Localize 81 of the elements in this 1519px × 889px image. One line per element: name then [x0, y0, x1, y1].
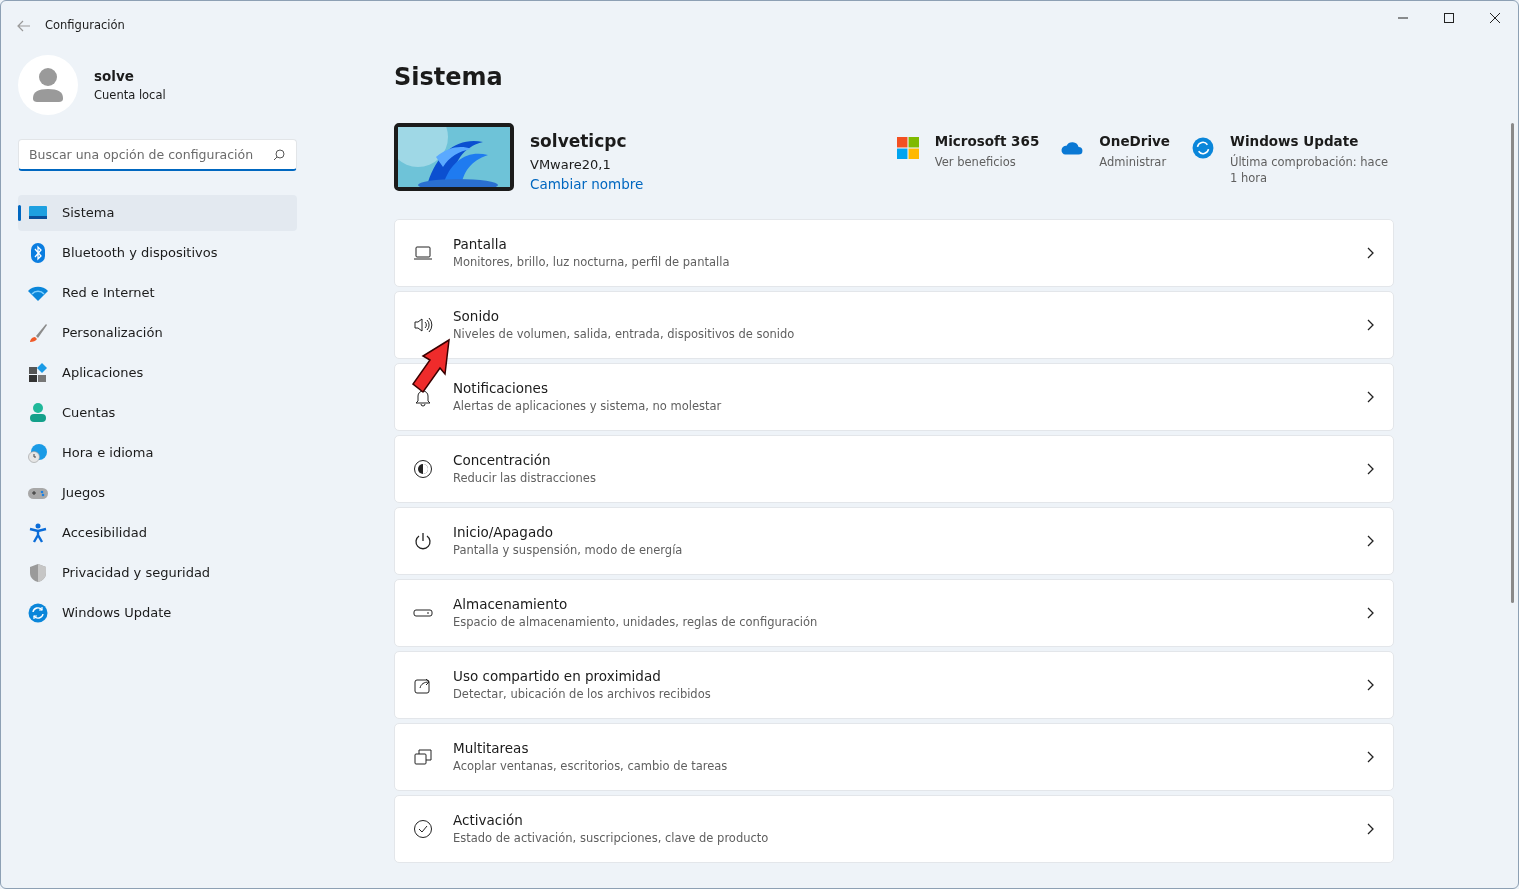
shield-icon [28, 563, 48, 583]
brush-icon [28, 323, 48, 343]
sidebar-item[interactable]: Privacidad y seguridad [18, 555, 297, 591]
settings-row[interactable]: Inicio/Apagado Pantalla y suspensión, modo de energía [394, 506, 1394, 575]
sync-icon [1192, 137, 1214, 159]
annotation-arrow [411, 338, 453, 394]
sidebar-item[interactable]: Accesibilidad [18, 515, 297, 551]
sync-icon [28, 603, 48, 623]
chevron-right-icon [1367, 462, 1375, 475]
setting-description: Pantalla y suspensión, modo de energía [453, 542, 683, 559]
setting-title: Concentración [453, 450, 552, 470]
sidebar-item[interactable]: Personalización [18, 315, 297, 351]
chevron-right-icon [1367, 534, 1375, 547]
settings-row[interactable]: Activación Estado de activación, suscripciones, clave de producto [394, 794, 1394, 863]
accessibility-icon [28, 523, 48, 543]
sidebar-item[interactable]: Hora e idioma [18, 435, 297, 471]
sidebar-item[interactable]: Juegos [18, 475, 297, 511]
settings-row[interactable]: Multitareas Acoplar ventanas, escritorios, cambio de tareas [394, 722, 1394, 791]
setting-description: Estado de activación, suscripciones, clave de producto [453, 830, 769, 847]
page-title: Sistema [394, 62, 504, 93]
maximize-icon [1444, 13, 1454, 23]
settings-row[interactable]: Uso compartido en proximidad Detectar, ubicación de los archivos recibidos [394, 650, 1394, 719]
rename-link[interactable]: Cambiar nombre [530, 176, 644, 192]
service-title[interactable]: Microsoft 365 [934, 131, 1040, 152]
chevron-right-icon [1367, 390, 1375, 403]
scrollbar-thumb[interactable] [1511, 123, 1514, 603]
setting-title: Inicio/Apagado [453, 522, 555, 542]
chevron-right-icon [1367, 678, 1375, 691]
chevron-right-icon [1367, 750, 1375, 763]
device-name: solveticpc [530, 130, 628, 153]
person-icon [28, 403, 48, 423]
account-type: Cuenta local [94, 86, 166, 104]
service-title[interactable]: OneDrive [1099, 131, 1170, 152]
setting-description: Detectar, ubicación de los archivos recibidos [453, 686, 711, 703]
search-icon [273, 149, 285, 161]
setting-description: Alertas de aplicaciones y sistema, no molestar [453, 398, 722, 415]
chevron-right-icon [1367, 606, 1375, 619]
sidebar-item[interactable]: Bluetooth y dispositivos [18, 235, 297, 271]
settings-row[interactable]: Pantalla Monitores, brillo, luz nocturna, perfil de pantalla [394, 218, 1394, 287]
service-subtitle: Ver beneficios [934, 154, 1017, 171]
check-circle-icon [413, 818, 433, 839]
sidebar-item[interactable]: Aplicaciones [18, 355, 297, 391]
setting-description: Reducir las distracciones [453, 470, 596, 487]
device-model: VMware20,1 [530, 155, 612, 174]
service-title[interactable]: Windows Update [1230, 131, 1394, 152]
sidebar-item[interactable]: Red e Internet [18, 275, 297, 311]
setting-description: Espacio de almacenamiento, unidades, reglas de configuración [453, 614, 818, 631]
setting-title: Almacenamiento [453, 594, 569, 614]
service-subtitle: Administrar [1099, 154, 1168, 171]
windows-stack-icon [413, 746, 433, 767]
user-name: solve [94, 67, 135, 87]
chevron-right-icon [1367, 822, 1375, 835]
app-grid-icon [896, 137, 919, 159]
setting-title: Uso compartido en proximidad [453, 666, 662, 686]
sidebar-item[interactable]: Sistema [18, 195, 297, 231]
settings-row[interactable]: Concentración Reducir las distracciones [394, 434, 1394, 503]
chevron-right-icon [1367, 318, 1375, 331]
globe-clock-icon [28, 443, 48, 463]
bluetooth-icon [28, 243, 48, 263]
settings-row[interactable]: Almacenamiento Espacio de almacenamiento, unidades, reglas de configuración [394, 578, 1394, 647]
setting-description: Monitores, brillo, luz nocturna, perfil de pantalla [453, 254, 730, 271]
setting-title: Sonido [453, 306, 500, 326]
settings-row[interactable]: Notificaciones Alertas de aplicaciones y sistema, no molestar [394, 362, 1394, 431]
focus-icon [413, 458, 433, 479]
service-subtitle: Última comprobación: hace 1 hora [1230, 154, 1390, 187]
back-arrow-icon[interactable] [17, 20, 31, 32]
power-icon [413, 530, 433, 551]
setting-description: Acoplar ventanas, escritorios, cambio de tareas [453, 758, 728, 775]
settings-row[interactable]: Sonido Niveles de volumen, salida, entrada, dispositivos de sonido [394, 290, 1394, 359]
sidebar-item[interactable]: Windows Update [18, 595, 297, 631]
setting-description: Niveles de volumen, salida, entrada, dispositivos de sonido [453, 326, 795, 343]
setting-title: Pantalla [453, 234, 508, 254]
sidebar-item[interactable]: Cuentas [18, 395, 297, 431]
apps-icon [28, 363, 48, 383]
search-field[interactable]: Buscar una opción de configuración [18, 139, 297, 171]
setting-title: Notificaciones [453, 378, 549, 398]
chevron-right-icon [1367, 246, 1375, 259]
setting-title: Multitareas [453, 738, 530, 758]
window-title: Configuración [45, 17, 125, 35]
setting-title: Activación [453, 810, 524, 830]
close-icon [1490, 13, 1500, 23]
